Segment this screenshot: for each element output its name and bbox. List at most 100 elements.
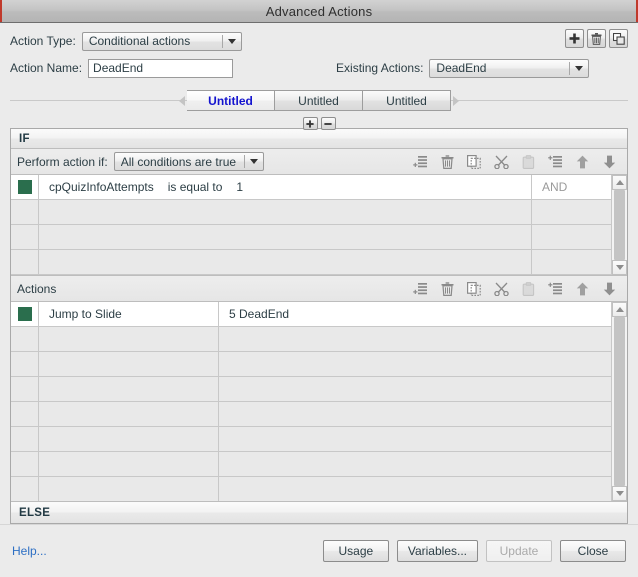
condition-expression-cell[interactable]: [39, 200, 531, 224]
action-target-cell[interactable]: [219, 427, 611, 451]
action-name-cell[interactable]: [39, 402, 219, 426]
chevron-down-icon: [570, 65, 588, 71]
scroll-up-button[interactable]: [612, 175, 627, 190]
row-status-marker: [11, 225, 39, 249]
table-row[interactable]: [11, 200, 611, 225]
table-row[interactable]: [11, 225, 611, 250]
move-down-icon[interactable]: [601, 280, 617, 297]
tab-untitled-3[interactable]: Untitled: [363, 90, 451, 111]
update-button: Update: [486, 540, 552, 562]
conditions-grid-body: cpQuizInfoAttempts is equal to 1 AND: [11, 175, 611, 275]
add-action-button[interactable]: [565, 29, 584, 48]
action-target-cell[interactable]: [219, 377, 611, 401]
condition-expression-cell[interactable]: [39, 250, 531, 274]
move-up-icon[interactable]: [574, 153, 590, 170]
condition-expression-cell[interactable]: [39, 225, 531, 249]
scroll-down-button[interactable]: [612, 260, 627, 275]
existing-actions-select[interactable]: DeadEnd: [429, 58, 590, 78]
action-name-cell[interactable]: [39, 352, 219, 376]
perform-action-if-select[interactable]: All conditions are true: [113, 152, 264, 171]
scroll-thumb[interactable]: [614, 190, 625, 260]
add-row-icon[interactable]: [412, 153, 428, 170]
table-row[interactable]: cpQuizInfoAttempts is equal to 1 AND: [11, 175, 611, 200]
row-status-marker: [11, 427, 39, 451]
condition-conjunction[interactable]: AND: [531, 175, 611, 199]
insert-row-icon[interactable]: [547, 280, 563, 297]
copy-row-icon[interactable]: [466, 153, 482, 170]
action-name-cell[interactable]: [39, 452, 219, 476]
tabs-scroll-right-icon[interactable]: [451, 90, 461, 112]
cut-row-icon[interactable]: [493, 153, 509, 170]
action-name-cell[interactable]: Jump to Slide: [39, 302, 219, 326]
move-down-icon[interactable]: [601, 153, 617, 170]
scroll-track[interactable]: [612, 190, 627, 260]
duplicate-action-button[interactable]: [609, 29, 628, 48]
action-target-cell[interactable]: [219, 327, 611, 351]
scroll-thumb[interactable]: [614, 317, 625, 486]
actions-grid-body: Jump to Slide 5 DeadEnd: [11, 302, 611, 501]
conditions-scrollbar[interactable]: [611, 175, 627, 275]
tab-strip: Untitled Untitled Untitled: [0, 88, 638, 130]
if-band-label: IF: [11, 129, 627, 149]
delete-action-button[interactable]: [587, 29, 606, 48]
action-target-cell[interactable]: 5 DeadEnd: [219, 302, 611, 326]
table-row[interactable]: [11, 427, 611, 452]
table-row[interactable]: [11, 402, 611, 427]
variables-button[interactable]: Variables...: [396, 540, 478, 562]
delete-row-icon[interactable]: [439, 153, 455, 170]
tab-label: Untitled: [298, 93, 339, 108]
action-type-label: Action Type:: [10, 34, 76, 48]
actions-scrollbar[interactable]: [611, 302, 627, 501]
action-target-cell[interactable]: [219, 452, 611, 476]
table-row[interactable]: [11, 452, 611, 477]
action-name-cell[interactable]: [39, 327, 219, 351]
cut-row-icon[interactable]: [493, 280, 509, 297]
table-row[interactable]: Jump to Slide 5 DeadEnd: [11, 302, 611, 327]
action-type-select[interactable]: Conditional actions: [81, 31, 242, 51]
action-target-cell[interactable]: [219, 352, 611, 376]
action-name-label: Action Name:: [10, 61, 83, 75]
perform-action-if-label: Perform action if:: [17, 154, 108, 169]
move-up-icon[interactable]: [574, 280, 590, 297]
usage-button[interactable]: Usage: [322, 540, 389, 562]
table-row[interactable]: [11, 327, 611, 352]
action-name-input[interactable]: [88, 58, 234, 78]
copy-row-icon[interactable]: [466, 280, 482, 297]
table-row[interactable]: [11, 377, 611, 402]
action-toolbar: [565, 29, 628, 48]
add-row-icon[interactable]: [412, 280, 428, 297]
window-titlebar: Advanced Actions: [0, 0, 638, 23]
help-link[interactable]: Help...: [12, 544, 47, 558]
action-name-cell[interactable]: [39, 427, 219, 451]
scroll-up-button[interactable]: [612, 302, 627, 317]
footer-buttons: Usage Variables... Update Close: [322, 540, 626, 562]
tab-untitled-1[interactable]: Untitled: [187, 90, 275, 111]
remove-tab-button[interactable]: [320, 117, 336, 130]
enabled-marker-icon: [17, 180, 32, 194]
scroll-track[interactable]: [612, 317, 627, 486]
condition-conjunction[interactable]: [531, 250, 611, 274]
action-target-cell[interactable]: [219, 477, 611, 501]
delete-row-icon[interactable]: [439, 280, 455, 297]
condition-expression-cell[interactable]: cpQuizInfoAttempts is equal to 1: [39, 175, 531, 199]
tabs-scroll-left-icon[interactable]: [177, 90, 187, 112]
condition-conjunction[interactable]: [531, 225, 611, 249]
table-row[interactable]: [11, 250, 611, 275]
if-toolbar-icons: [412, 153, 623, 170]
scroll-down-button[interactable]: [612, 486, 627, 501]
close-button[interactable]: Close: [560, 540, 626, 562]
add-tab-button[interactable]: [302, 117, 318, 130]
top-form: Action Type: Conditional actions Action …: [0, 23, 638, 88]
insert-row-icon[interactable]: [547, 153, 563, 170]
action-target-cell[interactable]: [219, 402, 611, 426]
condition-conjunction[interactable]: [531, 200, 611, 224]
action-name-cell[interactable]: [39, 377, 219, 401]
row-status-marker: [11, 175, 39, 199]
table-row[interactable]: [11, 477, 611, 501]
action-name-cell[interactable]: [39, 477, 219, 501]
tab-untitled-2[interactable]: Untitled: [275, 90, 363, 111]
condition-value: 1: [236, 180, 244, 194]
condition-operator: is equal to: [167, 180, 223, 194]
table-row[interactable]: [11, 352, 611, 377]
else-band-label: ELSE: [11, 501, 627, 523]
